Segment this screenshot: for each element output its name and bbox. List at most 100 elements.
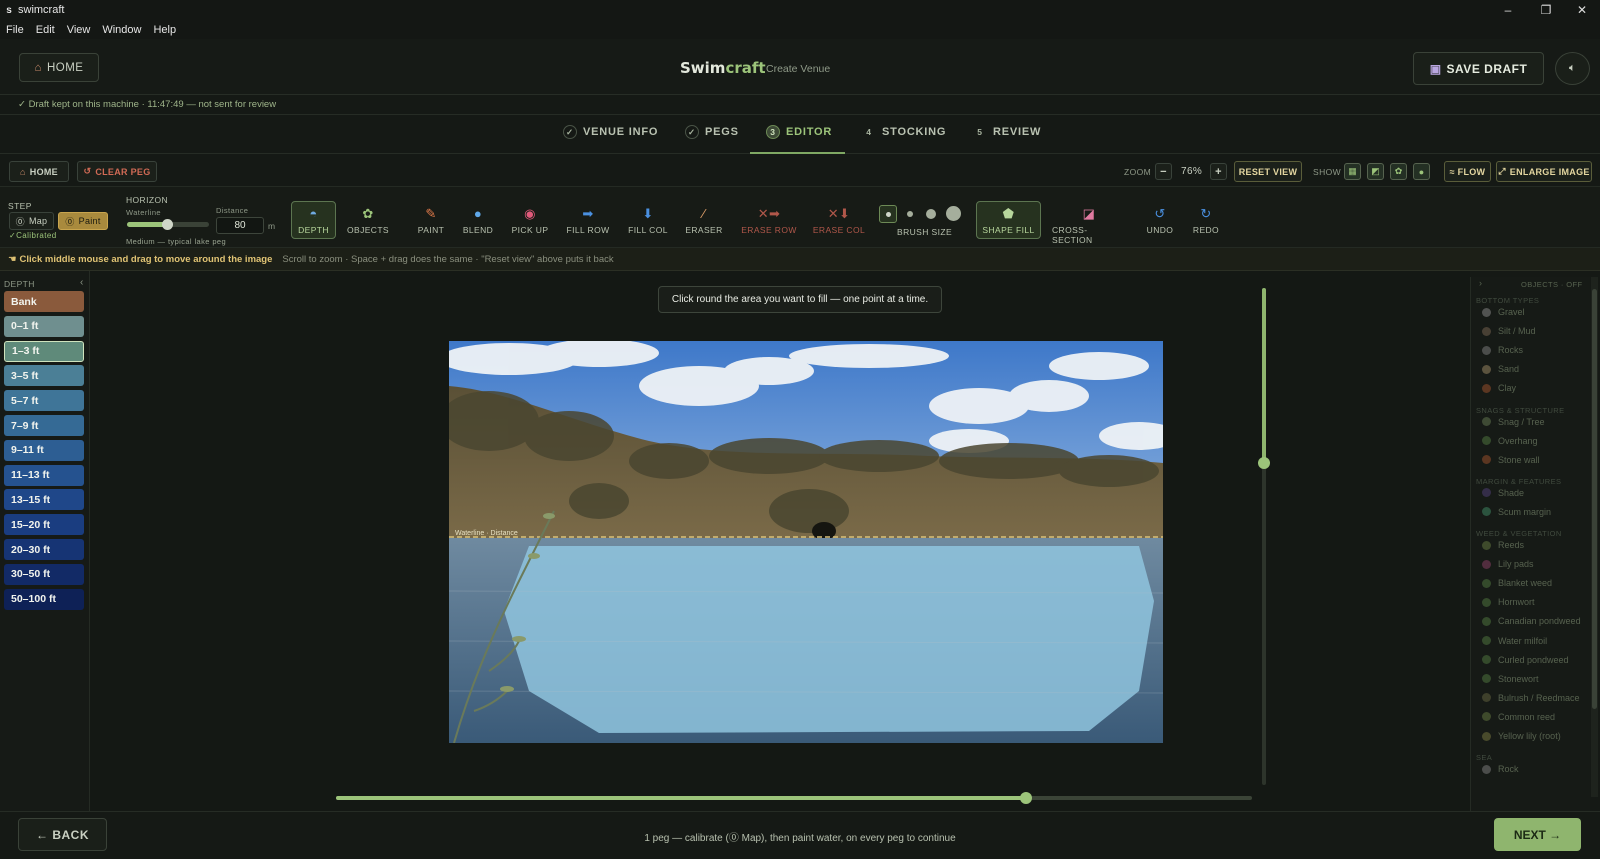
objects-tool[interactable]: ✿ OBJECTS [340,206,396,246]
cross-section-tool[interactable]: ◪ CROSS-SECTION [1052,206,1126,246]
step-pegs[interactable]: ✓ PEGS [685,125,739,139]
marker-layer-icon[interactable]: ● [1413,163,1430,180]
maximize-icon[interactable]: ❐ [1528,0,1564,20]
menu-help[interactable]: Help [147,24,182,36]
object-item[interactable]: Gravel [1482,307,1525,317]
depth-level-button[interactable]: 0–1 ft [4,315,84,337]
object-item[interactable]: Rocks [1482,345,1523,355]
enlarge-image-button[interactable]: ⤢ ENLARGE IMAGE [1496,161,1592,182]
menu-edit[interactable]: Edit [30,24,61,36]
object-item[interactable]: Bulrush / Reedmace [1482,693,1580,703]
object-item[interactable]: Clay [1482,383,1516,393]
object-item[interactable]: Stone wall [1482,455,1540,465]
depth-level-button[interactable]: Bank [4,291,84,312]
lake-image[interactable]: Waterline · Distance [449,341,1163,743]
erase-col-icon: ✕⬇ [827,206,851,221]
object-item[interactable]: Shade [1482,488,1524,498]
brush-size-picker[interactable] [879,205,966,223]
sound-button[interactable]: 🔈︎ [1555,52,1590,85]
save-draft-button[interactable]: ▣ SAVE DRAFT [1413,52,1544,85]
step-label: STOCKING [882,126,947,138]
step-review[interactable]: 5 REVIEW [973,125,1041,139]
distance-input[interactable] [216,217,264,234]
object-label: Stone wall [1498,454,1540,465]
step-editor[interactable]: 3 EDITOR [766,125,832,139]
fill-col-tool[interactable]: ⬇ FILL COL [620,206,676,246]
depth-level-button[interactable]: 9–11 ft [4,439,84,461]
depth-level-button[interactable]: 20–30 ft [4,539,84,560]
eraser-tool[interactable]: ⁄ ERASER [676,206,732,246]
menu-file[interactable]: File [0,24,30,36]
depth-level-button[interactable]: 30–50 ft [4,563,84,585]
object-item[interactable]: Water milfoil [1482,636,1547,646]
back-button[interactable]: ← BACK [18,818,107,851]
object-item[interactable]: Silt / Mud [1482,326,1536,336]
dot-xlarge-icon[interactable] [946,206,961,221]
redo-button[interactable]: ↻ REDO [1186,206,1226,246]
blend-tool[interactable]: ● BLEND [450,206,506,246]
object-item[interactable]: Blanket weed [1482,578,1552,588]
depth-level-button[interactable]: 1–3 ft [4,340,84,362]
depth-level-button[interactable]: 13–15 ft [4,489,84,511]
home-small-button[interactable]: ⌂ HOME [9,161,69,182]
close-icon[interactable]: ✕ [1564,0,1600,20]
objects-scrollbar-thumb[interactable] [1592,289,1597,709]
step-venue-info[interactable]: ✓ VENUE INFO [563,125,658,139]
erase-col-tool[interactable]: ✕⬇ ERASE COL [808,206,870,246]
dot-medium-icon[interactable] [907,211,913,217]
depth-level-button[interactable]: 7–9 ft [4,415,84,436]
object-item[interactable]: Stonewort [1482,674,1539,684]
step-stocking[interactable]: 4 STOCKING [862,125,946,139]
object-item[interactable]: Curled pondweed [1482,655,1569,665]
vertical-slider-knob[interactable] [1258,457,1270,469]
zoom-in-button[interactable]: + [1210,163,1227,180]
depth-level-button[interactable]: 15–20 ft [4,514,84,536]
brush-size-option[interactable] [879,205,897,223]
pick-up-tool[interactable]: ◉ PICK UP [502,206,558,246]
reset-view-button[interactable]: RESET VIEW [1234,161,1302,182]
waterline-slider[interactable] [127,219,209,230]
plant-layer-icon[interactable]: ✿ [1390,163,1407,180]
collapse-icon[interactable]: ‹ [80,277,83,288]
object-item[interactable]: Snag / Tree [1482,417,1545,427]
dot-large-icon[interactable] [926,209,936,219]
depth-level-button[interactable]: 3–5 ft [4,365,84,387]
menu-window[interactable]: Window [96,24,147,36]
object-item[interactable]: Canadian pondweed [1482,616,1581,626]
depth-tool[interactable]: ◓ DEPTH [291,201,336,239]
object-item[interactable]: Hornwort [1482,597,1535,607]
minimize-icon[interactable]: – [1490,0,1526,20]
home-icon: ⌂ [34,61,42,74]
object-item[interactable]: Rock [1482,764,1519,774]
expand-icon[interactable]: › [1479,278,1482,288]
map-mode-button[interactable]: ⓪ Map [9,212,54,230]
zoom-out-button[interactable]: − [1155,163,1172,180]
object-swatch-icon [1482,731,1491,741]
objects-scrollbar[interactable] [1591,277,1598,797]
next-button[interactable]: NEXT → [1494,818,1581,851]
home-button[interactable]: ⌂ HOME [19,53,99,82]
undo-button[interactable]: ↺ UNDO [1140,206,1180,246]
depth-level-button[interactable]: 5–7 ft [4,390,84,412]
object-item[interactable]: Reeds [1482,540,1524,550]
shape-fill-tool[interactable]: ⬟ SHAPE FILL [976,201,1041,239]
object-item[interactable]: Yellow lily (root) [1482,731,1561,741]
venue-photo[interactable]: Waterline · Distance [449,341,1163,743]
horizontal-slider-knob[interactable] [1020,792,1032,804]
object-item[interactable]: Sand [1482,364,1519,374]
flow-button[interactable]: ≈ FLOW [1444,161,1491,182]
depth-layer-icon[interactable]: ◩ [1367,163,1384,180]
erase-row-tool[interactable]: ✕➡ ERASE ROW [738,206,800,246]
menu-view[interactable]: View [61,24,97,36]
object-item[interactable]: Overhang [1482,436,1538,446]
object-item[interactable]: Scum margin [1482,507,1551,517]
fill-row-tool[interactable]: ➡ FILL ROW [560,206,616,246]
grid-icon[interactable]: ▦ [1344,163,1361,180]
paint-mode-button[interactable]: ⓪ Paint [58,212,108,230]
depth-level-button[interactable]: 11–13 ft [4,464,84,486]
clear-peg-button[interactable]: ↺ CLEAR PEG [77,161,157,182]
painted-depth-area[interactable] [504,546,1154,733]
object-item[interactable]: Common reed [1482,712,1555,722]
object-item[interactable]: Lily pads [1482,559,1534,569]
depth-level-button[interactable]: 50–100 ft [4,588,84,610]
